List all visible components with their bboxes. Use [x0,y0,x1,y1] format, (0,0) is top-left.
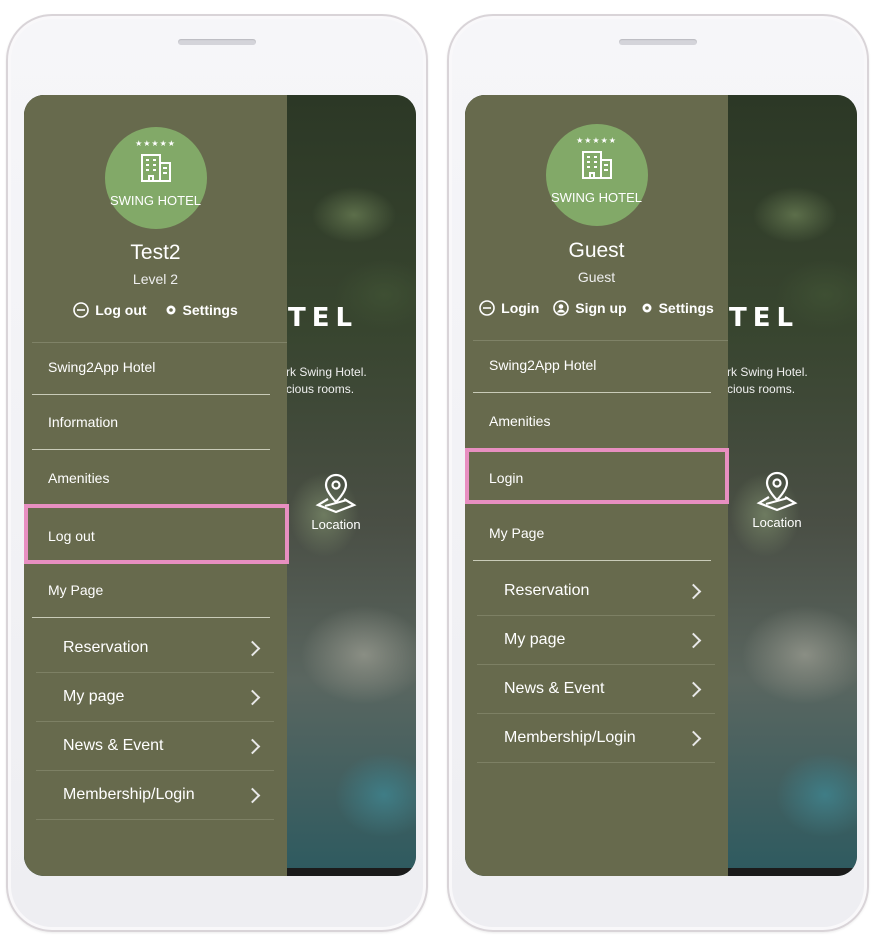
user-name: Guest [568,239,625,262]
menu-item-amenities[interactable]: Amenities [32,451,270,506]
settings-action[interactable]: Settings [641,300,714,316]
hotel-logo-name: SWING HOTEL [109,193,201,208]
hotel-title-text: TEL [288,303,359,333]
gear-icon [166,305,176,315]
app-screen-right: TEL rk Swing Hotel. cious rooms. Locatio… [465,95,857,876]
location-shortcut[interactable]: Location [296,471,376,532]
logout-highlight-box [24,504,289,564]
login-action[interactable]: Login [479,300,539,316]
hotel-subtitle-line2: cious rooms. [286,382,355,396]
location-label: Location [311,517,361,532]
chevron-right-icon [685,681,702,697]
signup-action-label: Sign up [575,300,627,316]
app-screen-left: TEL rk Swing Hotel. cious rooms. Locatio… [24,95,416,876]
chevron-right-icon [685,730,702,746]
phone-frame-right: TEL rk Swing Hotel. cious rooms. Locatio… [447,14,869,932]
menu-item-swing2app-hotel[interactable]: Swing2App Hotel [32,340,270,395]
menu-item-swing2app-hotel[interactable]: Swing2App Hotel [473,338,711,393]
chevron-right-icon [244,689,261,705]
background-bottom-bar [727,868,857,876]
building-icon [140,154,171,182]
submenu-item-label: Reservation [504,582,590,599]
submenu-item-my-page[interactable]: My page [477,616,715,665]
submenu-item-news-event[interactable]: News & Event [36,722,274,771]
user-level: Level 2 [132,271,179,287]
hotel-subtitle-line2: cious rooms. [727,382,796,396]
hotel-logo-name: SWING HOTEL [550,190,642,205]
menu-item-my-page[interactable]: My Page [32,563,270,618]
hotel-subtitle-line1: rk Swing Hotel. [727,365,808,379]
chevron-right-icon [244,640,261,656]
logout-icon [73,302,90,318]
signup-action[interactable]: Sign up [553,300,627,316]
speaker-grille [178,39,256,45]
chevron-right-icon [685,583,702,599]
logout-action-label: Log out [95,302,147,318]
account-actions: Log out Settings [24,302,287,318]
location-map-icon [756,471,798,512]
menu-item-information[interactable]: Information [32,395,270,450]
star-rating-icon: ★★★★★ [576,136,617,145]
submenu-item-reservation[interactable]: Reservation [477,567,715,616]
settings-action-label: Settings [658,300,714,316]
submenu-item-label: My page [504,631,566,648]
chevron-right-icon [244,738,261,754]
location-map-icon [315,473,357,514]
background-bottom-bar [286,868,416,876]
submenu-item-label: Reservation [63,639,149,656]
submenu-item-label: News & Event [63,737,164,754]
account-actions: Login Sign up Settings [465,300,728,316]
settings-action-label: Settings [182,302,238,318]
submenu-item-label: My page [63,688,125,705]
user-level: Guest [577,269,616,285]
chevron-right-icon [685,632,702,648]
hotel-subtitle-line1: rk Swing Hotel. [286,365,367,379]
logout-action[interactable]: Log out [73,302,147,318]
gear-icon [642,303,652,313]
submenu-item-membership-login[interactable]: Membership/Login [477,714,715,763]
menu-item-amenities[interactable]: Amenities [473,393,711,448]
location-label: Location [752,515,802,530]
submenu-item-label: Membership/Login [63,786,195,803]
chevron-right-icon [244,787,261,803]
hotel-logo: ★★★★★ SWING HOTEL [545,124,648,226]
submenu-item-label: News & Event [504,680,605,697]
submenu-item-reservation[interactable]: Reservation [36,624,274,673]
star-rating-icon: ★★★★★ [135,139,176,148]
login-action-label: Login [501,300,540,316]
user-name: Test2 [130,241,181,264]
side-drawer: ★★★★★ SWING HOTEL Test2 Level 2 Log out … [24,95,287,876]
submenu-item-my-page[interactable]: My page [36,673,274,722]
login-icon [479,300,495,316]
hotel-title-text: TEL [729,303,800,333]
user-icon [553,300,570,316]
login-highlight-box [465,448,729,504]
hotel-logo: ★★★★★ SWING HOTEL [104,127,207,229]
building-icon [581,151,612,179]
speaker-grille [619,39,697,45]
location-shortcut[interactable]: Location [737,469,817,530]
submenu-item-label: Membership/Login [504,729,636,746]
phone-frame-left: TEL rk Swing Hotel. cious rooms. Locatio… [6,14,428,932]
settings-action[interactable]: Settings [165,302,238,318]
menu-item-my-page[interactable]: My Page [473,506,711,561]
submenu-item-membership-login[interactable]: Membership/Login [36,771,274,820]
submenu-item-news-event[interactable]: News & Event [477,665,715,714]
